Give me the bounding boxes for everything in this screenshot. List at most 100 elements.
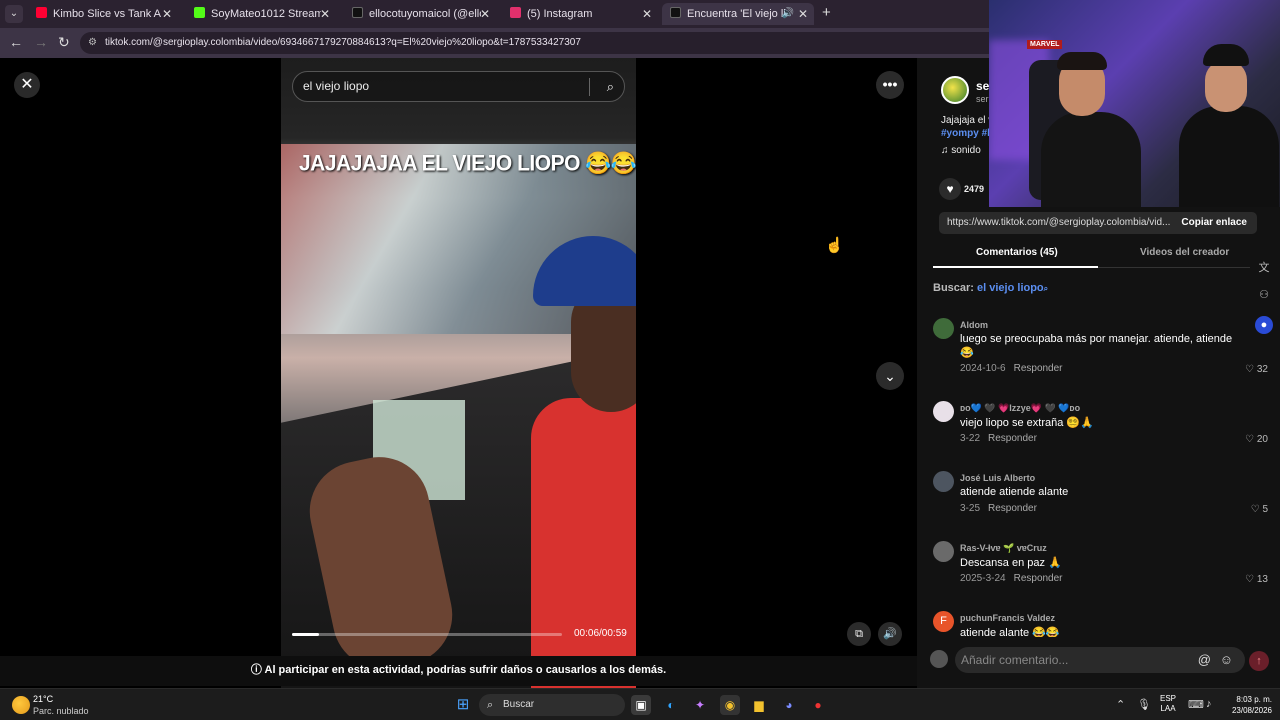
cam-person-left-hair [1057,52,1107,70]
comment-like-count: 20 [1256,434,1268,445]
search-term-link[interactable]: el viejo liopo [977,282,1044,294]
heart-icon[interactable]: ♥ [939,178,961,200]
app-icon[interactable]: ● [808,695,828,715]
tab-kick[interactable]: SoyMateo1012 Stream - Watch ✕ [186,3,336,25]
comment-meta: 2024-10-6 Responder [960,363,1063,374]
close-video-button[interactable]: ✕ [14,72,40,98]
url-field[interactable]: ⚙ tiktok.com/@sergioplay.colombia/video/… [80,32,1020,54]
comment-like[interactable]: ♡ 20 [1245,434,1268,445]
back-arrow-icon[interactable]: ← [9,34,23,50]
reply-button[interactable]: Responder [1014,363,1063,374]
close-tab-icon[interactable]: ✕ [480,3,490,25]
author-name[interactable]: se [976,79,989,93]
copilot-icon[interactable]: ✦ [690,695,710,715]
taskbar-clock[interactable]: 8:03 p. m. 23/08/2026 [1226,694,1272,716]
apps-icon[interactable]: ⚇ [1255,288,1273,306]
video-progress-bar[interactable] [292,633,562,636]
commenter-avatar[interactable] [933,471,954,492]
comment-like[interactable]: ♡ 13 [1245,574,1268,585]
site-info-icon[interactable]: ⚙ [88,32,97,54]
tab-title: Kimbo Slice vs Tank Abbot Thro [53,8,161,20]
video-time: 00:06/00:59 [574,628,627,639]
close-tab-icon[interactable]: ✕ [320,3,330,25]
tab-comments[interactable]: Comentarios (45) [976,247,1058,258]
tray-chevron-icon[interactable]: ⌃ [1116,698,1125,711]
mouse-pointer-icon: ☝ [825,237,844,254]
tab-creator-videos[interactable]: Videos del creador [1140,247,1229,258]
commenter-avatar[interactable] [933,401,954,422]
mention-icon[interactable]: @ [1198,647,1211,673]
reload-icon[interactable]: ↻ [58,34,70,51]
commenter-avatar[interactable]: F [933,611,954,632]
speaker-icon[interactable]: ♪ [1206,698,1212,710]
comment-item: Aldom luego se preocupaba más por maneja… [933,318,1268,380]
weather-icon[interactable] [12,696,30,714]
comment-like[interactable]: ♡ 32 [1245,364,1268,375]
forward-arrow-icon[interactable]: → [34,34,48,50]
commenter-name[interactable]: Ras-V-Ɨvɐ 🌱 vɐCruz [960,543,1047,554]
tab-tiktok-search[interactable]: Encuentra 'El viejo liopo' en 🔊 ✕ [662,3,814,25]
commenter-name[interactable]: ᴅᴏ💙 🖤 💗Izzye💗 🖤 💙ᴅᴏ [960,403,1080,414]
reply-button[interactable]: Responder [1014,573,1063,584]
chrome-icon[interactable]: ◉ [720,695,740,715]
comment-text: atiende alante 😂😂 [960,627,1060,637]
language-indicator[interactable]: ESP LAA [1160,694,1176,714]
pip-icon[interactable]: ⧉ [847,622,871,646]
comment-input[interactable]: Añadir comentario... @ ☺ [955,647,1245,673]
youtube-icon [36,7,47,18]
share-link-url[interactable]: https://www.tiktok.com/@sergioplay.colom… [947,212,1170,234]
cam-person-right-cap [1203,44,1249,66]
commenter-avatar[interactable] [933,541,954,562]
reply-button[interactable]: Responder [988,503,1037,514]
microphone-icon[interactable]: 🎙 [1137,698,1151,711]
tab-title: (5) Instagram [527,8,593,20]
start-icon[interactable]: ⊞ [453,695,473,715]
video-search-input[interactable]: el viejo liopo ⌕ [292,71,625,102]
commenter-name[interactable]: Aldom [960,320,988,330]
search-prefix: Buscar: [933,282,974,294]
tiktok-icon [352,7,363,18]
comment-date: 2025-3-24 [960,573,1006,584]
tab-instagram[interactable]: (5) Instagram ✕ [502,3,658,25]
close-tab-icon[interactable]: ✕ [162,3,172,25]
commenter-name[interactable]: José Luis Alberto [960,473,1035,483]
tab-title: Encuentra 'El viejo liopo' en [687,8,785,20]
file-explorer-icon[interactable]: ▆ [749,695,769,715]
tab-search-dropdown-icon[interactable]: ⌄ [5,5,23,23]
speaker-icon[interactable]: 🔊 [782,3,794,25]
comment-text: atiende atiende alante [960,486,1069,498]
discord-icon[interactable]: ◕ [779,695,799,715]
network-icon[interactable]: ⌨ [1188,698,1204,711]
copy-link-button[interactable]: Copiar enlace [1181,212,1247,234]
video-player[interactable]: JAJAJAJAA EL VIEJO LIOPO 😂😂 [281,58,636,688]
my-avatar [930,650,948,668]
edge-icon[interactable]: ◐ [661,695,681,715]
close-tab-icon[interactable]: ✕ [642,3,652,25]
author-avatar[interactable] [941,76,969,104]
taskbar-search[interactable]: ⌕ Buscar [479,694,625,716]
close-tab-icon[interactable]: ✕ [798,3,808,25]
emoji-icon[interactable]: ☺ [1220,647,1233,673]
safety-warning: ⓘ Al participar en esta actividad, podrí… [0,656,917,686]
comment-date: 2024-10-6 [960,363,1006,374]
tab-tiktok-profile[interactable]: ellocotuyomaicol (@ellocotuyo ✕ [344,3,496,25]
tab-kimbo[interactable]: Kimbo Slice vs Tank Abbot Thro ✕ [28,3,178,25]
video-description: Jajajaja el v [941,115,994,126]
task-view-icon[interactable]: ▣ [631,695,651,715]
send-comment-button[interactable]: ↑ [1249,651,1269,671]
video-music[interactable]: ♫ sonido [941,145,981,156]
comment-like[interactable]: ♡ 5 [1251,504,1268,515]
weather-temp: 21°C [33,694,54,704]
more-options-button[interactable]: ••• [876,71,904,99]
next-video-chevron-icon[interactable]: ⌄ [876,362,904,390]
reply-button[interactable]: Responder [988,433,1037,444]
volume-icon[interactable]: 🔊 [878,622,902,646]
search-icon[interactable]: ⌕ [607,72,614,101]
new-tab-button[interactable]: + [822,4,831,21]
comment-text-continued: 😂 [960,347,974,359]
commenter-avatar[interactable] [933,318,954,339]
translate-icon[interactable]: 文 [1255,259,1273,277]
commenter-name[interactable]: puchunFrancis Valdez [960,613,1055,623]
tab-title: SoyMateo1012 Stream - Watch [211,8,321,20]
video-hashtags[interactable]: #yompy #l [941,128,990,139]
